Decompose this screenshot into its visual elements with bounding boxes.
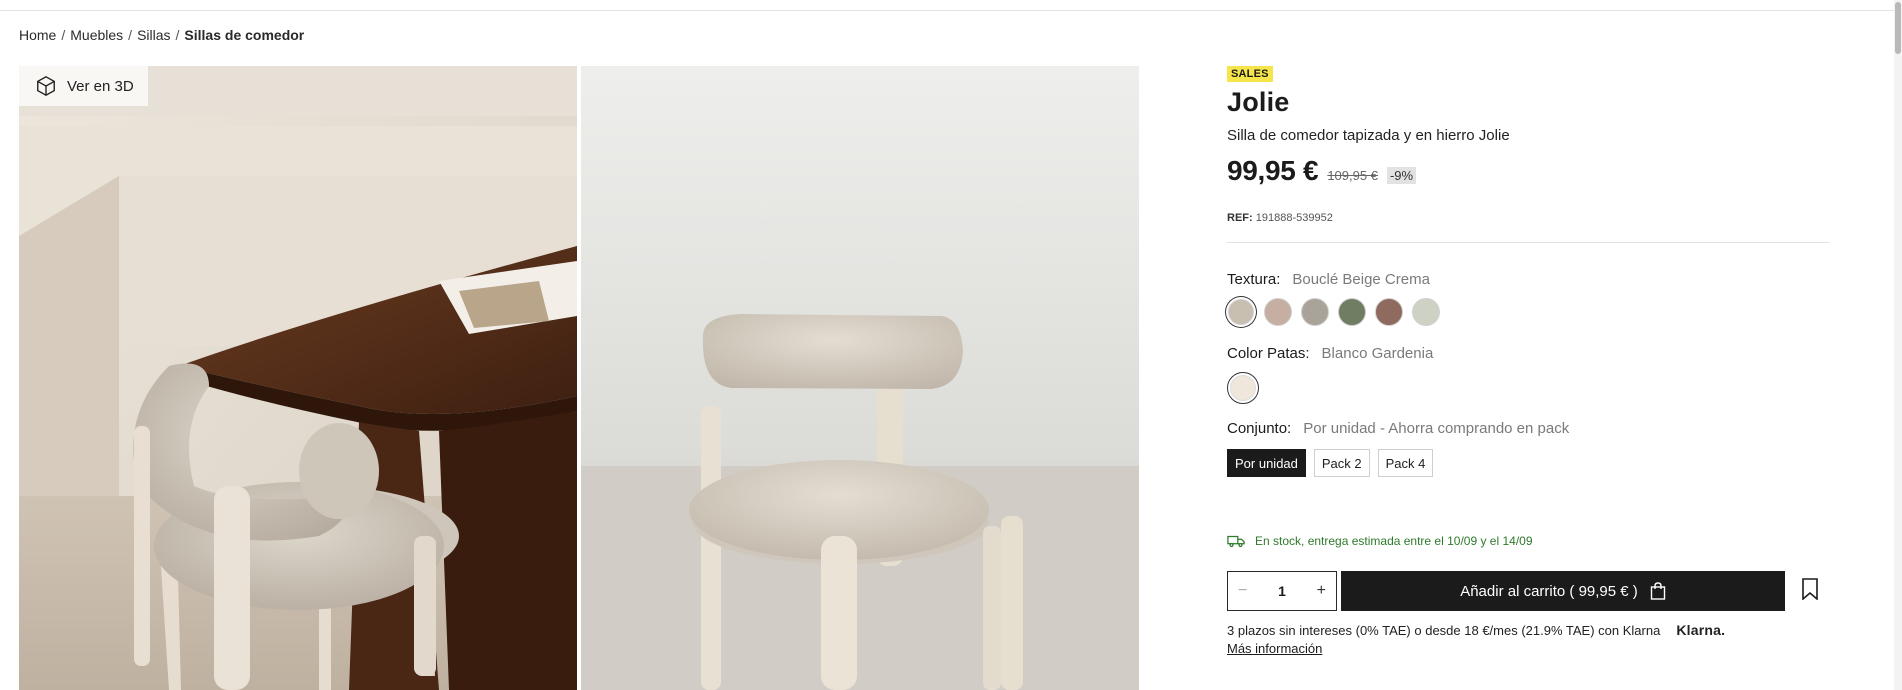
scrollbar-thumb[interactable] (1895, 2, 1901, 54)
pack-option-4[interactable]: Pack 4 (1377, 449, 1434, 477)
pack-option-unit[interactable]: Por unidad (1227, 449, 1306, 477)
current-price: 99,95 € (1227, 155, 1319, 186)
klarna-logo: Klarna. (1676, 622, 1726, 638)
legs-swatch-blanco-gardenia[interactable] (1227, 372, 1259, 404)
pack-option-2[interactable]: Pack 2 (1313, 449, 1370, 477)
breadcrumb-sillas[interactable]: Sillas (137, 27, 170, 43)
view-3d-label: Ver en 3D (67, 77, 134, 95)
legs-label: Color Patas: (1227, 345, 1310, 362)
texture-swatch-sage[interactable] (1412, 298, 1440, 326)
old-price: 109,95 € (1327, 168, 1378, 183)
legs-value: Blanco Gardenia (1321, 345, 1434, 362)
breadcrumb: Home / Muebles / Sillas / Sillas de come… (19, 27, 304, 43)
view-3d-button[interactable]: Ver en 3D (19, 66, 148, 106)
quantity-increase-button[interactable]: + (1317, 582, 1326, 600)
discount-badge: -9% (1386, 167, 1417, 184)
price-row: 99,95 € 109,95 € -9% (1227, 155, 1829, 187)
pack-options: Por unidad Pack 2 Pack 4 (1227, 449, 1829, 477)
ref-value: 191888-539952 (1255, 212, 1333, 224)
product-subtitle: Silla de comedor tapizada y en hierro Jo… (1227, 127, 1510, 144)
texture-value: Bouclé Beige Crema (1292, 271, 1430, 288)
truck-icon (1227, 535, 1245, 548)
texture-swatch-green[interactable] (1338, 298, 1366, 326)
product-reference: REF: 191888-539952 (1227, 212, 1829, 224)
texture-swatches (1227, 298, 1829, 326)
header-divider (0, 10, 1894, 11)
add-to-cart-row: − 1 + Añadir al carrito ( 99,95 € ) (1227, 571, 1829, 611)
stock-text: En stock, entrega estimada entre el 10/0… (1255, 534, 1533, 548)
product-photo-studio[interactable] (581, 66, 1139, 690)
breadcrumb-separator: / (175, 27, 180, 43)
texture-swatch-beige-crema[interactable] (1228, 299, 1254, 325)
texture-swatch-rust[interactable] (1375, 298, 1403, 326)
legs-swatch-color (1230, 375, 1256, 401)
texture-swatch-pink[interactable] (1264, 298, 1292, 326)
more-info-link[interactable]: Más información (1227, 641, 1829, 656)
quantity-value[interactable]: 1 (1278, 583, 1286, 599)
texture-label: Textura: (1227, 271, 1281, 288)
bookmark-icon (1802, 577, 1818, 601)
add-to-cart-label: Añadir al carrito ( 99,95 € ) (1460, 582, 1638, 600)
breadcrumb-muebles[interactable]: Muebles (70, 27, 123, 43)
add-to-cart-button[interactable]: Añadir al carrito ( 99,95 € ) (1341, 571, 1785, 611)
financing-text: 3 plazos sin intereses (0% TAE) o desde … (1227, 622, 1661, 638)
quantity-stepper: − 1 + (1227, 571, 1337, 611)
breadcrumb-separator: / (128, 27, 133, 43)
texture-swatch-taupe[interactable] (1301, 298, 1329, 326)
product-photo-ambient[interactable]: Ver en 3D (19, 66, 577, 690)
wishlist-button[interactable] (1801, 577, 1819, 605)
cube-icon (37, 76, 55, 96)
shopping-bag-icon (1650, 582, 1665, 600)
breadcrumb-separator: / (61, 27, 66, 43)
texture-option-label: Textura: Bouclé Beige Crema (1227, 271, 1829, 288)
breadcrumb-home[interactable]: Home (19, 27, 56, 43)
legs-option-label: Color Patas: Blanco Gardenia (1227, 345, 1829, 362)
stock-status: En stock, entrega estimada entre el 10/0… (1227, 534, 1829, 548)
breadcrumb-current: Sillas de comedor (184, 27, 305, 43)
product-title: Jolie (1227, 87, 1290, 117)
set-option-label: Conjunto: Por unidad - Ahorra comprando … (1227, 420, 1829, 437)
product-info: SALES Jolie Silla de comedor tapizada y … (1227, 64, 1829, 656)
sales-badge: SALES (1227, 66, 1273, 82)
page-scrollbar[interactable] (1894, 0, 1902, 690)
quantity-decrease-button[interactable]: − (1238, 582, 1247, 600)
ref-label: REF: (1227, 212, 1253, 224)
set-label: Conjunto: (1227, 420, 1292, 437)
klarna-financing: 3 plazos sin intereses (0% TAE) o desde … (1227, 622, 1829, 638)
set-value: Por unidad - Ahorra comprando en pack (1303, 420, 1570, 437)
section-divider (1227, 242, 1829, 243)
